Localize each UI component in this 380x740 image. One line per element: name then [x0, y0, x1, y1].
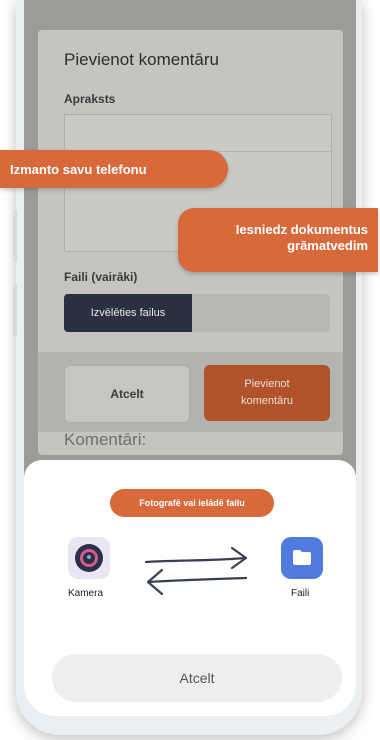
description-label: Apraksts	[64, 92, 116, 106]
use-phone-callout: Izmanto savu telefonu	[0, 150, 228, 188]
files-label: Faili (vairāki)	[64, 270, 138, 284]
submit-documents-line2: grāmatvedim	[287, 238, 368, 253]
folder-icon[interactable]	[281, 537, 323, 579]
sheet-cancel-button[interactable]: Atcelt	[52, 654, 342, 702]
folder-glyph	[293, 550, 311, 565]
phone-side-button	[13, 210, 17, 262]
dialog-title: Pievienot komentāru	[64, 50, 219, 69]
choose-files-button[interactable]: Izvēlēties failus	[64, 294, 192, 332]
upload-hint-pill: Fotografē vai ielādē failu	[110, 489, 274, 517]
add-comment-button[interactable]: Pievienot komentāru	[204, 365, 330, 421]
submit-documents-callout: Iesniedz dokumentus grāmatvedim	[178, 208, 378, 272]
camera-lens-glint	[87, 555, 91, 559]
upload-bottom-sheet: Fotografē vai ielādē failu Kamera Faili …	[24, 460, 356, 716]
camera-label[interactable]: Kamera	[68, 588, 103, 599]
comments-heading: Komentāri:	[64, 430, 147, 449]
phone-screen: Pievienot komentāru Apraksts Faili (vair…	[24, 0, 356, 716]
submit-documents-line1: Iesniedz dokumentus	[235, 222, 368, 237]
file-input[interactable]: Izvēlēties failus	[64, 294, 330, 332]
add-comment-button-line1: Pievienot	[244, 378, 290, 390]
dialog-cancel-button[interactable]: Atcelt	[64, 365, 190, 423]
phone-side-button	[13, 284, 17, 336]
files-option-label[interactable]: Faili	[291, 588, 309, 599]
camera-icon[interactable]	[68, 537, 110, 579]
exchange-arrows-icon	[144, 546, 248, 596]
add-comment-button-line2: komentāru	[241, 395, 293, 407]
